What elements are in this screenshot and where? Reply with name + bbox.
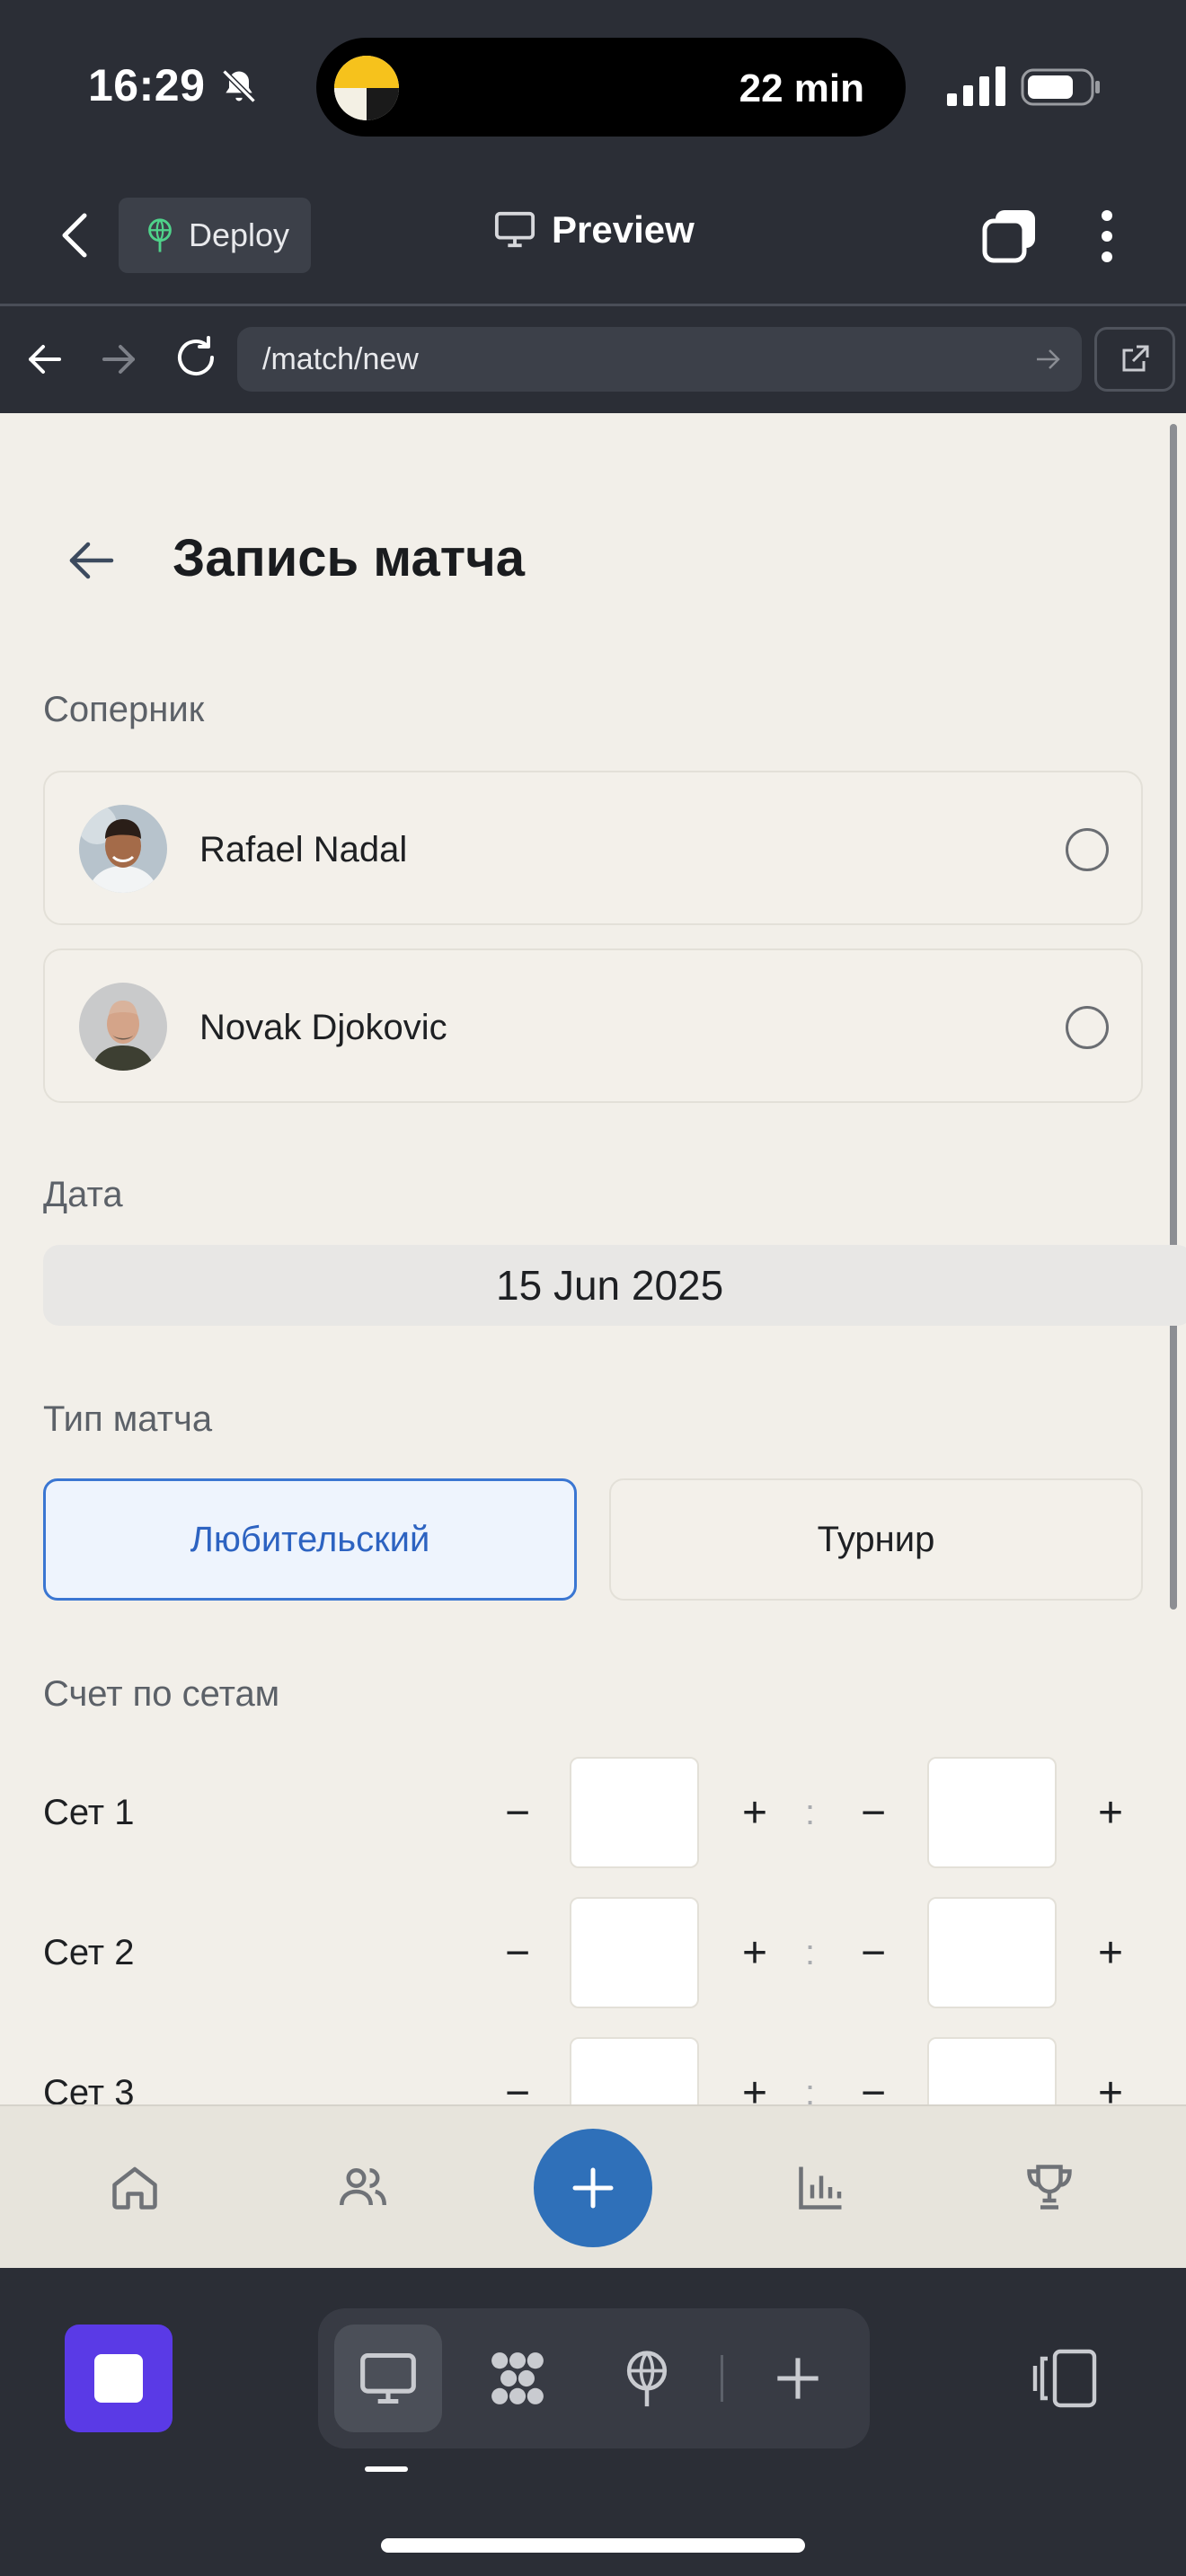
header-divider [0,304,1186,306]
browser-back-icon[interactable] [25,338,65,381]
page-title: Запись матча [173,529,526,587]
opponent-label: Соперник [43,690,205,729]
app-viewport[interactable]: Запись матча Соперник Rafael Nadal Novak… [0,413,1186,2105]
decrement-player-b-button[interactable]: − [837,1777,909,1848]
decrement-player-a-button[interactable]: − [482,1777,553,1848]
bar-chart-icon[interactable] [794,2160,848,2214]
home-indicator[interactable] [381,2538,805,2553]
back-chevron-icon[interactable] [56,208,95,262]
match-type-label: Тип матча [43,1399,213,1439]
avatar [79,983,167,1071]
date-label: Дата [43,1175,123,1214]
set-label: Сет 2 [43,1933,135,1972]
add-panel-button[interactable] [744,2325,852,2432]
preview-label: Preview [552,208,695,251]
score-separator: : [805,1793,816,1832]
increment-player-b-button[interactable]: + [1075,1777,1146,1848]
sets-score-label: Счет по сетам [43,1674,280,1714]
more-options-icon[interactable] [1089,208,1125,264]
external-link-icon [1122,345,1149,372]
trophy-icon[interactable] [1022,2160,1076,2214]
date-value: 15 Jun 2025 [496,1262,724,1309]
deploy-icon [148,218,172,252]
score-input-player-a[interactable] [570,1897,699,2008]
grid-icon [491,2352,544,2404]
decrement-player-b-button[interactable]: − [837,2057,909,2106]
score-input-player-b[interactable] [927,1897,1057,2008]
cellular-signal-icon [947,66,1005,106]
set-label: Сет 3 [43,2073,135,2105]
active-dock-indicator [365,2466,408,2472]
app-switcher-button[interactable] [65,2325,173,2432]
match-type-tournament-button[interactable]: Турнир [609,1478,1143,1601]
plus-icon [572,2167,614,2209]
increment-player-b-button[interactable]: + [1075,2057,1146,2106]
deploy-icon [626,2351,668,2407]
score-separator: : [805,2073,816,2105]
decrement-player-b-button[interactable]: − [837,1917,909,1989]
score-input-player-a[interactable] [570,1757,699,1868]
tabs-icon[interactable] [981,208,1039,264]
bottom-tab-bar [0,2104,1186,2268]
decrement-player-a-button[interactable]: − [482,2057,553,2106]
increment-player-a-button[interactable]: + [719,1917,791,1989]
opponent-option-nadal[interactable]: Rafael Nadal [43,771,1143,925]
url-input[interactable]: /match/new [237,327,1082,392]
score-input-player-b[interactable] [927,2037,1057,2105]
opponent-radio[interactable] [1066,1006,1109,1049]
go-arrow-icon[interactable] [1035,347,1062,372]
score-separator: : [805,1933,816,1972]
avatar [79,805,167,893]
dock-divider [721,2355,723,2402]
device-toggle-icon[interactable] [1031,2348,1100,2409]
editor-dock [318,2308,870,2448]
score-input-player-b[interactable] [927,1757,1057,1868]
score-input-player-a[interactable] [570,2037,699,2105]
opponent-name: Novak Djokovic [199,1008,447,1047]
set-row: Сет 1 − + : − + [0,1757,1186,1868]
match-type-amateur-button[interactable]: Любительский [43,1478,577,1601]
opponent-name: Rafael Nadal [199,830,408,869]
increment-player-a-button[interactable]: + [719,1777,791,1848]
users-icon[interactable] [336,2160,390,2214]
opponent-radio[interactable] [1066,828,1109,871]
status-time: 16:29 [88,60,206,110]
add-match-button[interactable] [534,2129,652,2247]
opponent-option-djokovic[interactable]: Novak Djokovic [43,948,1143,1103]
dynamic-island[interactable]: 22 min [316,38,906,137]
app-tile-icon [94,2354,143,2403]
increment-player-a-button[interactable]: + [719,2057,791,2106]
timer-app-icon [334,56,399,120]
deploy-dock-button[interactable] [593,2325,701,2432]
add-icon [777,2358,819,2399]
deploy-label: Deploy [189,216,290,253]
set-label: Сет 1 [43,1793,135,1832]
set-row: Сет 3 − + : − + [0,2037,1186,2105]
timer-remaining: 22 min [739,66,864,110]
desktop-preview-button[interactable] [334,2325,442,2432]
battery-icon [1021,68,1100,106]
page-back-arrow-icon[interactable] [66,539,117,582]
preview-title[interactable]: Preview [494,208,695,251]
open-in-new-tab-button[interactable] [1094,327,1175,392]
browser-forward-icon[interactable] [99,338,138,381]
date-picker-field[interactable]: 15 Jun 2025 [43,1245,1186,1326]
scrollbar[interactable] [1170,424,1177,1610]
increment-player-b-button[interactable]: + [1075,1917,1146,1989]
bell-muted-icon [222,69,256,103]
decrement-player-a-button[interactable]: − [482,1917,553,1989]
reload-icon[interactable] [173,334,219,381]
desktop-icon [360,2352,416,2404]
components-button[interactable] [464,2325,571,2432]
home-icon[interactable] [108,2160,162,2214]
deploy-button[interactable]: Deploy [119,198,311,273]
monitor-icon [494,211,535,248]
url-text: /match/new [262,341,419,376]
set-row: Сет 2 − + : − + [0,1897,1186,2008]
